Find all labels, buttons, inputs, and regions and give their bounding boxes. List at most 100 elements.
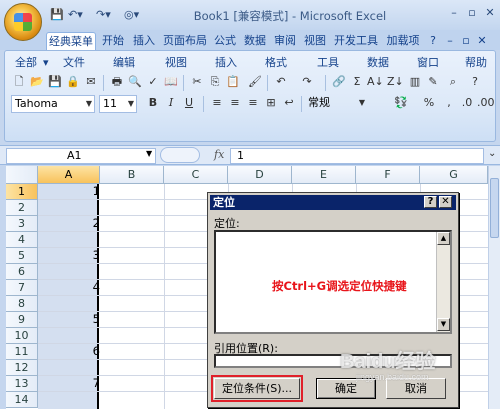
menu-insert[interactable]: 插入 — [215, 55, 237, 71]
cell-a3[interactable]: 2 — [40, 216, 100, 230]
tab-view[interactable]: 视图 — [301, 32, 329, 50]
formula-input[interactable]: 1 — [230, 148, 484, 164]
help-icon[interactable]: ? — [426, 32, 440, 50]
zoom-icon[interactable]: ⌕ — [445, 74, 461, 90]
font-size-select[interactable]: 11 ▼ — [99, 95, 137, 113]
scroll-down-icon[interactable]: ▼ — [437, 318, 450, 331]
number-format-select[interactable]: 常规 ▼ — [305, 95, 367, 113]
underline-button[interactable]: U — [181, 95, 197, 111]
scroll-up-icon[interactable]: ▲ — [437, 232, 450, 245]
row-header[interactable]: 12 — [6, 360, 38, 376]
row-header[interactable]: 14 — [6, 392, 38, 408]
close-icon[interactable]: ✕ — [484, 7, 496, 19]
tab-developer[interactable]: 开发工具 — [331, 32, 381, 50]
menu-data[interactable]: 数据 — [367, 55, 389, 71]
dialog-help-icon[interactable]: ? — [424, 196, 437, 208]
row-header[interactable]: 6 — [6, 264, 38, 280]
tab-classic-menu[interactable]: 经典菜单 — [46, 32, 96, 50]
tab-page-layout[interactable]: 页面布局 — [160, 32, 210, 50]
goto-list[interactable]: 按Ctrl+G调选定位快捷键 ▲ ▼ — [214, 230, 452, 334]
help-icon[interactable]: ? — [467, 74, 483, 90]
tab-insert[interactable]: 插入 — [130, 32, 158, 50]
cut-icon[interactable]: ✂ — [189, 74, 205, 90]
redo-icon[interactable]: ↷ — [299, 74, 315, 90]
align-center-icon[interactable]: ≡ — [227, 95, 243, 111]
undo-icon[interactable]: ↶▾ — [68, 8, 83, 22]
row-header[interactable]: 4 — [6, 232, 38, 248]
save-icon[interactable]: 💾 — [47, 74, 63, 90]
menu-all[interactable]: 全部 — [15, 55, 37, 71]
column-header-d[interactable]: D — [228, 166, 292, 184]
ribbon-close-icon[interactable]: ✕ — [476, 32, 488, 50]
print-icon[interactable]: 🖶 — [109, 74, 125, 90]
menu-window[interactable]: 窗口 — [417, 55, 439, 71]
row-header[interactable]: 1 — [6, 184, 38, 200]
quick-access-customize-icon[interactable]: ◎▾ — [124, 8, 139, 22]
row-header[interactable]: 13 — [6, 376, 38, 392]
hyperlink-icon[interactable]: 🔗 — [331, 74, 347, 90]
select-all-corner[interactable] — [6, 166, 38, 184]
goto-special-button[interactable]: 定位条件(S)... — [211, 375, 303, 402]
ribbon-minimize-icon[interactable]: – — [444, 32, 456, 50]
row-header[interactable]: 3 — [6, 216, 38, 232]
percent-icon[interactable]: % — [421, 95, 437, 111]
row-header[interactable]: 7 — [6, 280, 38, 296]
email-icon[interactable]: ✉ — [83, 74, 99, 90]
office-button[interactable] — [4, 3, 42, 41]
insert-function-icon[interactable]: fx — [214, 148, 224, 161]
goto-list-scrollbar[interactable]: ▲ ▼ — [436, 232, 450, 332]
tab-addins[interactable]: 加载项 — [383, 32, 423, 50]
new-file-icon[interactable]: 🗋 — [11, 74, 27, 90]
italic-button[interactable]: I — [163, 95, 179, 111]
formula-bar-expand-handle[interactable] — [160, 147, 200, 163]
row-header[interactable]: 8 — [6, 296, 38, 312]
menu-file[interactable]: 文件 — [63, 55, 85, 71]
sum-icon[interactable]: Σ — [349, 74, 365, 90]
expand-formula-icon[interactable]: ⌄ — [488, 148, 496, 159]
copy-icon[interactable]: ⎘ — [207, 74, 223, 90]
row-header[interactable]: 11 — [6, 344, 38, 360]
cell-a13[interactable]: 7 — [40, 376, 100, 390]
maximize-icon[interactable]: ▫ — [466, 7, 478, 19]
align-right-icon[interactable]: ≡ — [245, 95, 261, 111]
column-header-e[interactable]: E — [292, 166, 356, 184]
row-header[interactable]: 2 — [6, 200, 38, 216]
menu-view[interactable]: 视图 — [165, 55, 187, 71]
spelling-icon[interactable]: ✓ — [145, 74, 161, 90]
undo-icon[interactable]: ↶ — [273, 74, 289, 90]
tab-home[interactable]: 开始 — [98, 32, 128, 50]
print-preview-icon[interactable]: 🔍 — [127, 74, 143, 90]
row-header[interactable]: 9 — [6, 312, 38, 328]
font-select[interactable]: Tahoma ▼ — [11, 95, 95, 113]
tab-review[interactable]: 审阅 — [271, 32, 299, 50]
column-header-f[interactable]: F — [356, 166, 420, 184]
bold-button[interactable]: B — [145, 95, 161, 111]
decrease-decimal-icon[interactable]: .00 — [477, 95, 495, 111]
dialog-close-icon[interactable]: ✕ — [439, 196, 452, 208]
save-icon[interactable]: 💾 — [50, 8, 64, 22]
paste-icon[interactable]: 📋 — [225, 74, 241, 90]
cell-a11[interactable]: 6 — [40, 344, 100, 358]
cell-a9[interactable]: 5 — [40, 312, 100, 326]
sort-asc-icon[interactable]: A↓ — [367, 74, 384, 90]
name-box[interactable]: A1 — [6, 148, 156, 164]
sort-desc-icon[interactable]: Z↓ — [387, 74, 404, 90]
cell-a7[interactable]: 4 — [40, 280, 100, 294]
vertical-scrollbar[interactable] — [488, 166, 500, 409]
drawing-icon[interactable]: ✎ — [425, 74, 441, 90]
column-header-g[interactable]: G — [420, 166, 488, 184]
chevron-down-icon[interactable]: ▼ — [146, 149, 152, 158]
increase-decimal-icon[interactable]: .0 — [459, 95, 475, 111]
cell-a5[interactable]: 3 — [40, 248, 100, 262]
minimize-icon[interactable]: – — [448, 7, 460, 19]
column-header-b[interactable]: B — [100, 166, 164, 184]
open-folder-icon[interactable]: 📂 — [29, 74, 45, 90]
column-header-c[interactable]: C — [164, 166, 228, 184]
format-painter-icon[interactable]: 🖌 — [247, 74, 263, 90]
ribbon-restore-icon[interactable]: ▫ — [460, 32, 472, 50]
cell-a1[interactable]: 1 — [40, 184, 100, 198]
merge-center-icon[interactable]: ⊞ — [263, 95, 279, 111]
menu-edit[interactable]: 编辑 — [113, 55, 135, 71]
menu-tools[interactable]: 工具 — [317, 55, 339, 71]
permission-icon[interactable]: 🔒 — [65, 74, 81, 90]
